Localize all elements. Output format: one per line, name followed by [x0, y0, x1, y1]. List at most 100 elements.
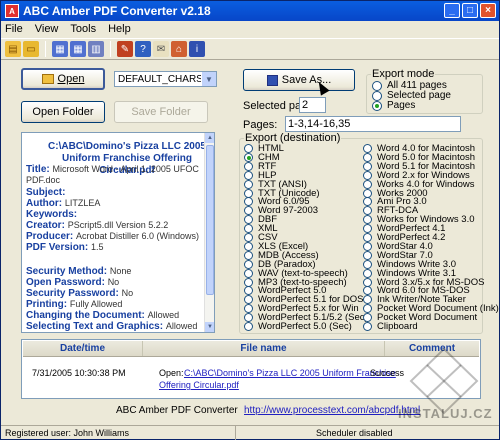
log-header-datetime[interactable]: Date/time: [23, 341, 143, 356]
menu-tools[interactable]: Tools: [70, 23, 96, 35]
export-destination-option[interactable]: WordPerfect 5.0 (Sec): [244, 321, 352, 332]
convert-icon[interactable]: ▦: [52, 41, 68, 57]
pages-input[interactable]: 1-3,14-16,35: [285, 116, 461, 132]
open-folder-button[interactable]: Open Folder: [21, 101, 105, 123]
log-row-datetime: 7/31/2005 10:30:38 PM: [32, 368, 126, 378]
info-key: Creator:: [26, 220, 65, 231]
info-key: Open Password:: [26, 277, 105, 288]
export-mode-title: Export mode: [371, 68, 436, 80]
info-row: PDF.doc: [26, 175, 60, 186]
info-key: Keywords:: [26, 209, 78, 220]
radio-icon[interactable]: [372, 80, 382, 91]
footer-app-name: ABC Amber PDF Converter: [116, 405, 238, 416]
log-row-file-link-cont[interactable]: Offering Circular.pdf: [159, 380, 239, 391]
save-as-button[interactable]: Save As...: [243, 69, 355, 91]
info-key: Title:: [26, 164, 50, 175]
info-value: No: [107, 277, 120, 287]
minimize-button[interactable]: _: [444, 3, 460, 18]
save-disk-icon: [266, 74, 278, 86]
home-icon[interactable]: ⌂: [171, 41, 187, 57]
menu-help[interactable]: Help: [108, 23, 131, 35]
info-key: Changing the Document:: [26, 310, 145, 321]
info-key: Adding or Changing Annotations and Form: [26, 332, 215, 333]
info-row: Title: Microsoft Word - April 1, 2005 UF…: [26, 164, 199, 175]
info-row: Printing: Fully Allowed: [26, 299, 122, 310]
close-button[interactable]: ×: [480, 3, 496, 18]
document-info-panel[interactable]: C:\ABC\Domino's Pizza LLC 2005 Uniform F…: [21, 132, 215, 333]
info-row: PDF Version: 1.5: [26, 242, 104, 253]
export-mode-option[interactable]: Pages: [372, 100, 415, 111]
folder-icon[interactable]: ▭: [23, 41, 39, 57]
info-row: Subject:: [26, 187, 65, 198]
info-row: Selecting Text and Graphics: Allowed: [26, 321, 197, 332]
info-icon[interactable]: i: [189, 41, 205, 57]
scroll-thumb[interactable]: [206, 145, 214, 295]
info-row: Author: LITZLEA: [26, 198, 100, 209]
open-button[interactable]: Open: [21, 68, 105, 90]
info-value: PDF.doc: [26, 175, 61, 185]
open-file-icon: [41, 74, 54, 84]
export-destination-label: WordPerfect 5.0 (Sec): [258, 321, 352, 332]
open-icon[interactable]: ▤: [5, 41, 21, 57]
info-key: PDF Version:: [26, 242, 89, 253]
info-value: No: [121, 288, 134, 298]
export-mode-option-label: Pages: [387, 100, 416, 111]
info-value: Fully Allowed: [69, 299, 123, 309]
info-row: Producer: Acrobat Distiller 6.0 (Windows…: [26, 231, 199, 242]
help-icon[interactable]: ?: [135, 41, 151, 57]
info-key: Printing:: [26, 299, 68, 310]
info-scrollbar[interactable]: ▲ ▼: [204, 133, 214, 332]
selected-page-input[interactable]: 2: [299, 97, 326, 113]
info-row: Security Password: No: [26, 288, 133, 299]
title-bar[interactable]: A ABC Amber PDF Converter v2.18 _ □ ×: [1, 1, 499, 21]
info-key: Security Password:: [26, 288, 119, 299]
info-value: Allowed: [165, 321, 198, 331]
info-row: Adding or Changing Annotations and Form: [26, 332, 215, 333]
info-value: Acrobat Distiller 6.0 (Windows): [76, 231, 200, 241]
info-key: Security Method:: [26, 266, 108, 277]
info-value: Allowed: [147, 310, 180, 320]
export-destination-option[interactable]: Clipboard: [363, 321, 418, 332]
info-row: Creator: PScript5.dll Version 5.2.2: [26, 220, 168, 231]
window-title: ABC Amber PDF Converter v2.18: [23, 4, 211, 18]
scroll-up-icon[interactable]: ▲: [205, 133, 214, 143]
main-window: A ABC Amber PDF Converter v2.18 _ □ × Fi…: [0, 0, 500, 440]
settings-icon[interactable]: ✎: [117, 41, 133, 57]
convert-all-icon[interactable]: ▦: [70, 41, 86, 57]
menu-file[interactable]: File: [5, 23, 23, 35]
info-key: Author:: [26, 198, 63, 209]
info-value: None: [109, 266, 132, 276]
info-row: Open Password: No: [26, 277, 119, 288]
app-icon: A: [5, 4, 19, 18]
info-key: Producer:: [26, 231, 74, 242]
pages-label: Pages:: [243, 119, 278, 131]
log-row-prefix: Open:: [159, 368, 184, 378]
menu-bar: File View Tools Help: [1, 21, 499, 37]
save-folder-button[interactable]: Save Folder: [114, 101, 208, 123]
info-row: Security Method: None: [26, 266, 131, 277]
status-scheduler: Scheduler disabled: [316, 427, 393, 438]
info-row: Keywords:: [26, 209, 77, 220]
info-key: Subject:: [26, 187, 66, 198]
toolbar: ▤ ▭ ▦ ▦ ▥ ✎ ? ✉ ⌂ i: [1, 38, 499, 60]
info-value: PScript5.dll Version 5.2.2: [67, 220, 169, 230]
batch-icon[interactable]: ▥: [88, 41, 104, 57]
radio-icon[interactable]: [244, 322, 253, 331]
email-icon[interactable]: ✉: [153, 41, 169, 57]
info-value: Microsoft Word - April 1, 2005 UFOC: [52, 164, 199, 174]
log-row-file-link[interactable]: C:\ABC\Domino's Pizza LLC 2005 Uniform F…: [184, 368, 396, 379]
menu-view[interactable]: View: [35, 23, 59, 35]
charset-select[interactable]: DEFAULT_CHARSET ▼: [114, 71, 217, 87]
maximize-button[interactable]: □: [462, 3, 478, 18]
radio-icon[interactable]: [372, 90, 382, 101]
radio-icon[interactable]: [363, 322, 372, 331]
scroll-down-icon[interactable]: ▼: [205, 322, 214, 332]
chevron-down-icon[interactable]: ▼: [201, 72, 216, 86]
footer-url-link[interactable]: http://www.processtext.com/abcpdf.html: [244, 405, 420, 416]
info-key: Selecting Text and Graphics:: [26, 321, 164, 332]
radio-icon[interactable]: [372, 100, 382, 111]
log-header-filename[interactable]: File name: [143, 341, 385, 356]
info-value: 1.5: [91, 242, 104, 252]
status-user: Registered user: John Williams: [1, 425, 236, 440]
watermark-text: INSTALUJ.CZ: [398, 406, 493, 421]
